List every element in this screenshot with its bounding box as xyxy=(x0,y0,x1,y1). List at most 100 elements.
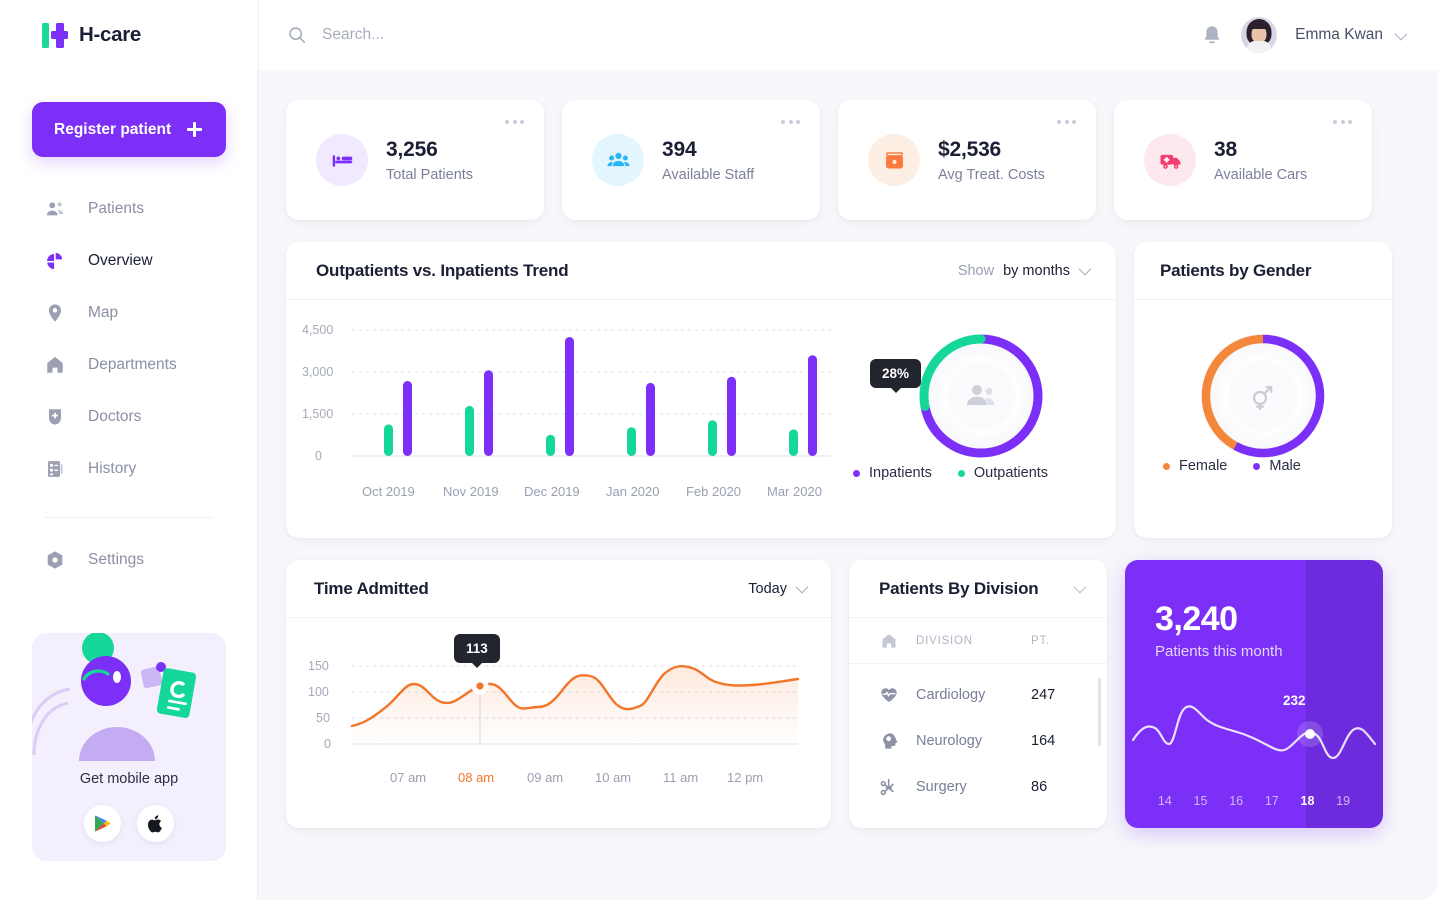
stat-value: $2,536 xyxy=(938,137,1002,161)
division-card-header: Patients By Division xyxy=(849,560,1107,618)
chevron-down-icon[interactable] xyxy=(1394,27,1408,40)
sidebar-item-departments[interactable]: Departments xyxy=(0,339,257,391)
chevron-down-icon[interactable] xyxy=(1073,580,1087,594)
time-period-select[interactable]: Today xyxy=(748,581,809,597)
apple-store-button[interactable] xyxy=(137,805,174,842)
sidebar-item-doctors[interactable]: Doctors xyxy=(0,391,257,443)
promo-store-buttons xyxy=(32,805,226,842)
table-row[interactable]: Surgery 86 xyxy=(849,764,1107,810)
user-name[interactable]: Emma Kwan xyxy=(1295,26,1383,44)
sidebar-item-settings[interactable]: Settings xyxy=(0,534,257,586)
stat-icon-wrapper xyxy=(592,134,644,186)
y-tick-label: 50 xyxy=(316,711,330,725)
sidebar-item-label: Overview xyxy=(88,252,153,269)
more-icon[interactable] xyxy=(505,120,524,124)
register-patient-label: Register patient xyxy=(54,120,172,138)
patients-by-division-card: Patients By Division DIVISION PT. Cardio… xyxy=(849,560,1107,828)
division-table-header: DIVISION PT. xyxy=(849,618,1107,664)
x-tick-label: 12 pm xyxy=(727,770,764,785)
stat-text: 3,256 Total Patients xyxy=(386,138,473,183)
sidebar-item-overview[interactable]: Overview xyxy=(0,235,257,287)
y-tick-label: 150 xyxy=(308,659,329,673)
search-icon xyxy=(289,27,306,44)
division-name: Neurology xyxy=(916,733,983,749)
home-icon xyxy=(882,633,896,648)
y-tick-label: 4,500 xyxy=(302,323,334,337)
legend-item-outpatients[interactable]: Outpatients xyxy=(957,465,1049,481)
sidebar-item-label: Departments xyxy=(88,356,177,373)
time-admitted-chart: 150 100 50 0 113 07 am 08 am 09 am 10 am… xyxy=(286,618,831,828)
day-label[interactable]: 14 xyxy=(1158,794,1172,808)
search-input[interactable] xyxy=(322,26,742,44)
division-name: Cardiology xyxy=(916,687,986,703)
legend-item-male[interactable]: Male xyxy=(1253,458,1301,474)
stat-icon-wrapper xyxy=(1144,134,1196,186)
brand-logo[interactable]: H-care xyxy=(0,0,258,70)
x-tick-label: 07 am xyxy=(390,770,427,785)
gender-donut: Female Male xyxy=(1134,300,1392,538)
ambulance-icon xyxy=(1160,154,1180,169)
table-row[interactable]: Neurology 164 xyxy=(849,718,1107,764)
day-label[interactable]: 15 xyxy=(1194,794,1208,808)
sidebar-item-history[interactable]: History xyxy=(0,443,257,495)
group-people-icon xyxy=(606,152,630,166)
page-title: Outpatients vs. Inpatients Trend xyxy=(316,260,569,280)
stat-icon-wrapper xyxy=(868,134,920,186)
stat-value: 38 xyxy=(1214,137,1237,161)
chevron-down-icon xyxy=(1078,262,1092,276)
legend-label: Male xyxy=(1269,458,1301,474)
mobile-app-promo[interactable]: Get mobile app xyxy=(32,633,226,861)
legend-dot-icon xyxy=(1163,462,1170,470)
day-label[interactable]: 17 xyxy=(1265,794,1279,808)
stat-text: 394 Available Staff xyxy=(662,138,754,183)
google-play-icon xyxy=(94,815,111,832)
day-label-active[interactable]: 18 xyxy=(1301,794,1315,808)
trend-period-select[interactable]: Show by months xyxy=(958,263,1092,279)
google-play-button[interactable] xyxy=(84,805,121,842)
x-tick-label: Jan 2020 xyxy=(606,484,660,499)
legend-item-inpatients[interactable]: Inpatients xyxy=(853,465,932,481)
stat-card-available-cars[interactable]: 38 Available Cars xyxy=(1114,100,1372,220)
more-icon[interactable] xyxy=(1333,120,1352,124)
division-scrollbar[interactable] xyxy=(1097,678,1101,746)
promo-illustration xyxy=(32,633,226,761)
register-patient-button[interactable]: Register patient xyxy=(32,102,226,157)
stat-label: Total Patients xyxy=(386,166,474,183)
sidebar: Register patient Patients Overview Map D… xyxy=(0,70,258,900)
legend-label: Outpatients xyxy=(973,465,1049,481)
stat-card-avg-treatment-costs[interactable]: $2,536 Avg Treat. Costs xyxy=(838,100,1096,220)
sidebar-nav: Patients Overview Map Departments Doctor… xyxy=(0,183,257,495)
division-name: Surgery xyxy=(916,779,967,795)
table-row[interactable]: Cardiology 247 xyxy=(849,672,1107,718)
legend-item-female[interactable]: Female xyxy=(1163,458,1227,474)
sidebar-divider xyxy=(44,517,213,518)
stat-icon-wrapper xyxy=(316,134,368,186)
history-list-icon xyxy=(48,461,63,477)
dashboard-app: H-care Emma Kwan xyxy=(0,0,1438,900)
hcare-logo-icon xyxy=(42,22,68,49)
stat-text: 38 Available Cars xyxy=(1214,138,1307,183)
stat-cards-row: 3,256 Total Patients 394 Available Staff… xyxy=(286,100,1408,220)
more-icon[interactable] xyxy=(1057,120,1076,124)
day-label[interactable]: 16 xyxy=(1229,794,1243,808)
day-label[interactable]: 19 xyxy=(1336,794,1350,808)
brand-name: H-care xyxy=(79,23,142,46)
stat-card-available-staff[interactable]: 394 Available Staff xyxy=(562,100,820,220)
heart-pulse-icon xyxy=(881,688,897,702)
sidebar-item-label: History xyxy=(88,460,137,477)
patients-this-month-card: 3,240 Patients this month 232 14 15 16 1… xyxy=(1125,560,1383,828)
trend-card-header: Outpatients vs. Inpatients Trend Show by… xyxy=(286,242,1116,300)
settings-gear-icon xyxy=(47,551,63,569)
stat-card-total-patients[interactable]: 3,256 Total Patients xyxy=(286,100,544,220)
avatar[interactable] xyxy=(1241,17,1278,53)
more-icon[interactable] xyxy=(781,120,800,124)
bell-icon[interactable] xyxy=(1201,24,1223,47)
trend-card-body: 4,500 3,000 1,500 0 Oct 2019 Nov 2019 De… xyxy=(286,300,1116,538)
legend-label: Female xyxy=(1179,458,1228,474)
hospital-bed-icon xyxy=(332,154,352,167)
sidebar-item-map[interactable]: Map xyxy=(0,287,257,339)
sidebar-item-patients[interactable]: Patients xyxy=(0,183,257,235)
search-bar[interactable] xyxy=(258,0,1201,70)
doctor-badge-icon xyxy=(49,409,61,425)
sidebar-item-label: Settings xyxy=(88,551,145,568)
